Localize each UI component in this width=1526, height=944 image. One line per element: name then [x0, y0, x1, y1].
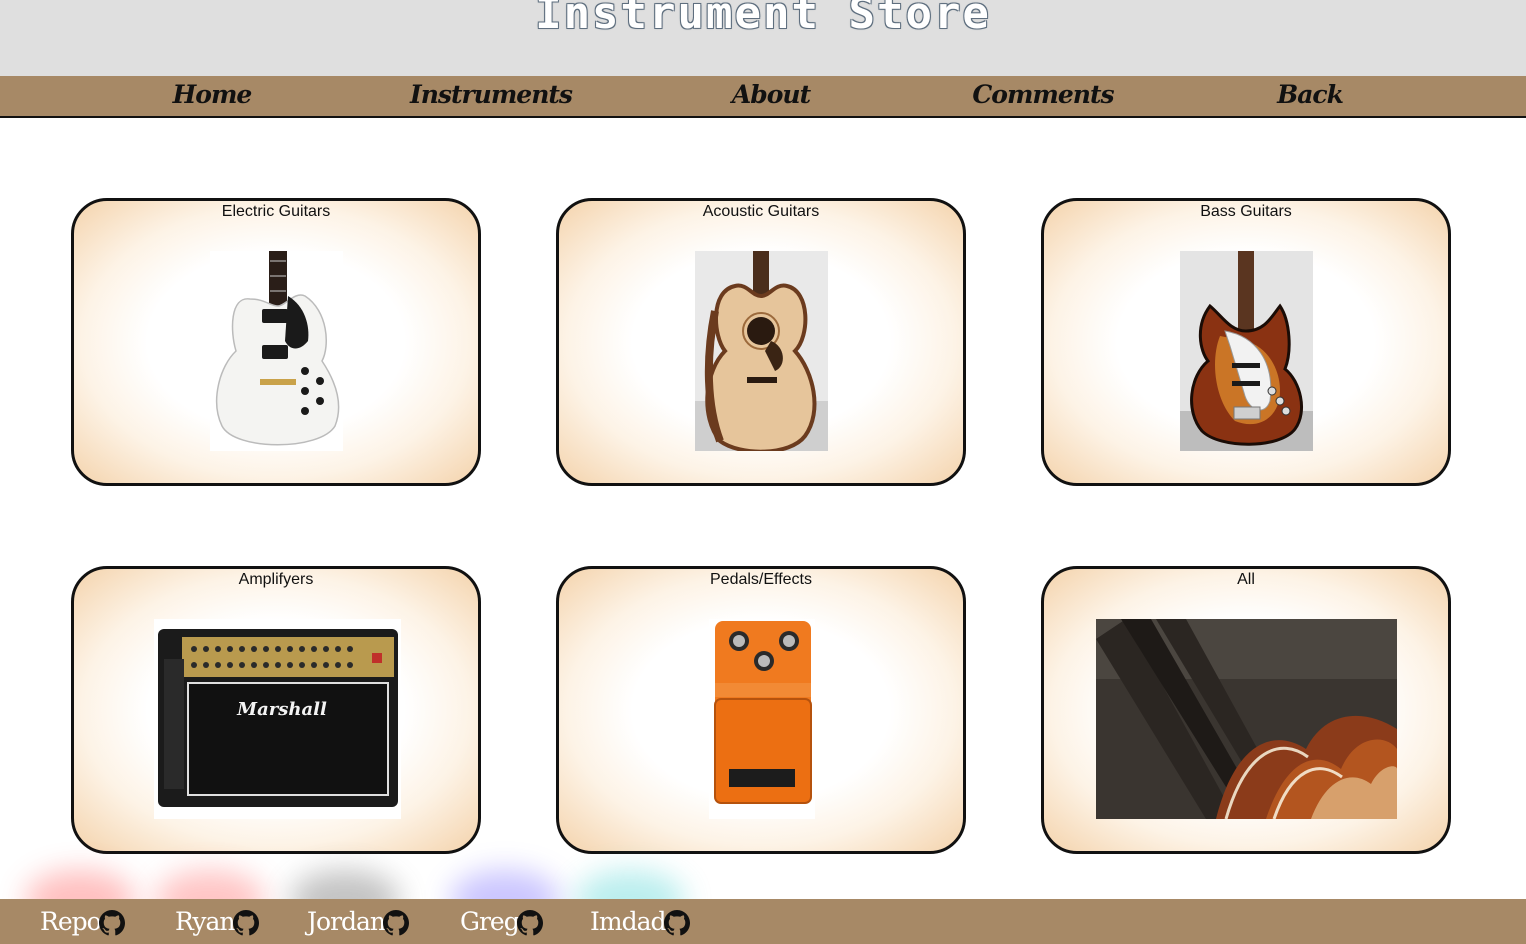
nav-about[interactable]: About: [732, 80, 811, 109]
guitars-collection-image: [1096, 619, 1397, 819]
github-icon: [232, 910, 259, 936]
category-card-pedals-effects[interactable]: Pedals/Effects: [556, 566, 966, 854]
category-card-all[interactable]: All: [1041, 566, 1451, 854]
footer-link-label: Greg: [460, 907, 520, 936]
github-icon: [98, 910, 125, 936]
footer-link-ryan[interactable]: Ryan: [175, 907, 259, 936]
footer-link-jordan[interactable]: Jordan: [307, 907, 410, 936]
card-title: Acoustic Guitars: [702, 203, 820, 220]
nav-comments[interactable]: Comments: [972, 80, 1114, 109]
electric-guitar-image: [210, 251, 343, 451]
github-icon: [516, 910, 543, 936]
category-card-acoustic-guitars[interactable]: Acoustic Guitars: [556, 198, 966, 486]
footer-link-label: Repo: [40, 907, 102, 936]
card-title: Amplifyers: [238, 571, 314, 588]
footer-link-label: Imdad: [590, 907, 666, 936]
category-card-amplifiers[interactable]: Amplifyers Marshall: [71, 566, 481, 854]
nav-back[interactable]: Back: [1277, 80, 1344, 109]
amplifier-image: Marshall: [154, 619, 401, 819]
nav-bar: Home Instruments About Comments Back: [0, 76, 1526, 118]
category-card-bass-guitars[interactable]: Bass Guitars: [1041, 198, 1451, 486]
site-title: Instrument Store: [535, 0, 991, 39]
card-title: Pedals/Effects: [710, 571, 812, 588]
footer-link-label: Ryan: [175, 907, 236, 936]
bass-guitar-image: [1180, 251, 1313, 451]
github-icon: [663, 910, 690, 936]
acoustic-guitar-image: [695, 251, 828, 451]
nav-instruments[interactable]: Instruments: [410, 80, 573, 109]
category-card-electric-guitars[interactable]: Electric Guitars: [71, 198, 481, 486]
card-title: Bass Guitars: [1200, 203, 1292, 220]
svg-text:Marshall: Marshall: [236, 699, 327, 720]
distortion-pedal-image: [709, 619, 815, 819]
footer-link-greg[interactable]: Greg: [460, 907, 543, 936]
card-title: All: [1237, 571, 1255, 588]
footer-link-label: Jordan: [307, 907, 386, 936]
card-title: Electric Guitars: [221, 203, 331, 220]
nav-home[interactable]: Home: [173, 80, 253, 109]
site-header: Instrument Store: [0, 0, 1526, 76]
footer: Repo Ryan Jordan Greg Imdad: [0, 899, 1526, 944]
github-icon: [383, 910, 410, 936]
footer-link-repo[interactable]: Repo: [40, 907, 125, 936]
footer-link-imdad[interactable]: Imdad: [590, 907, 690, 936]
